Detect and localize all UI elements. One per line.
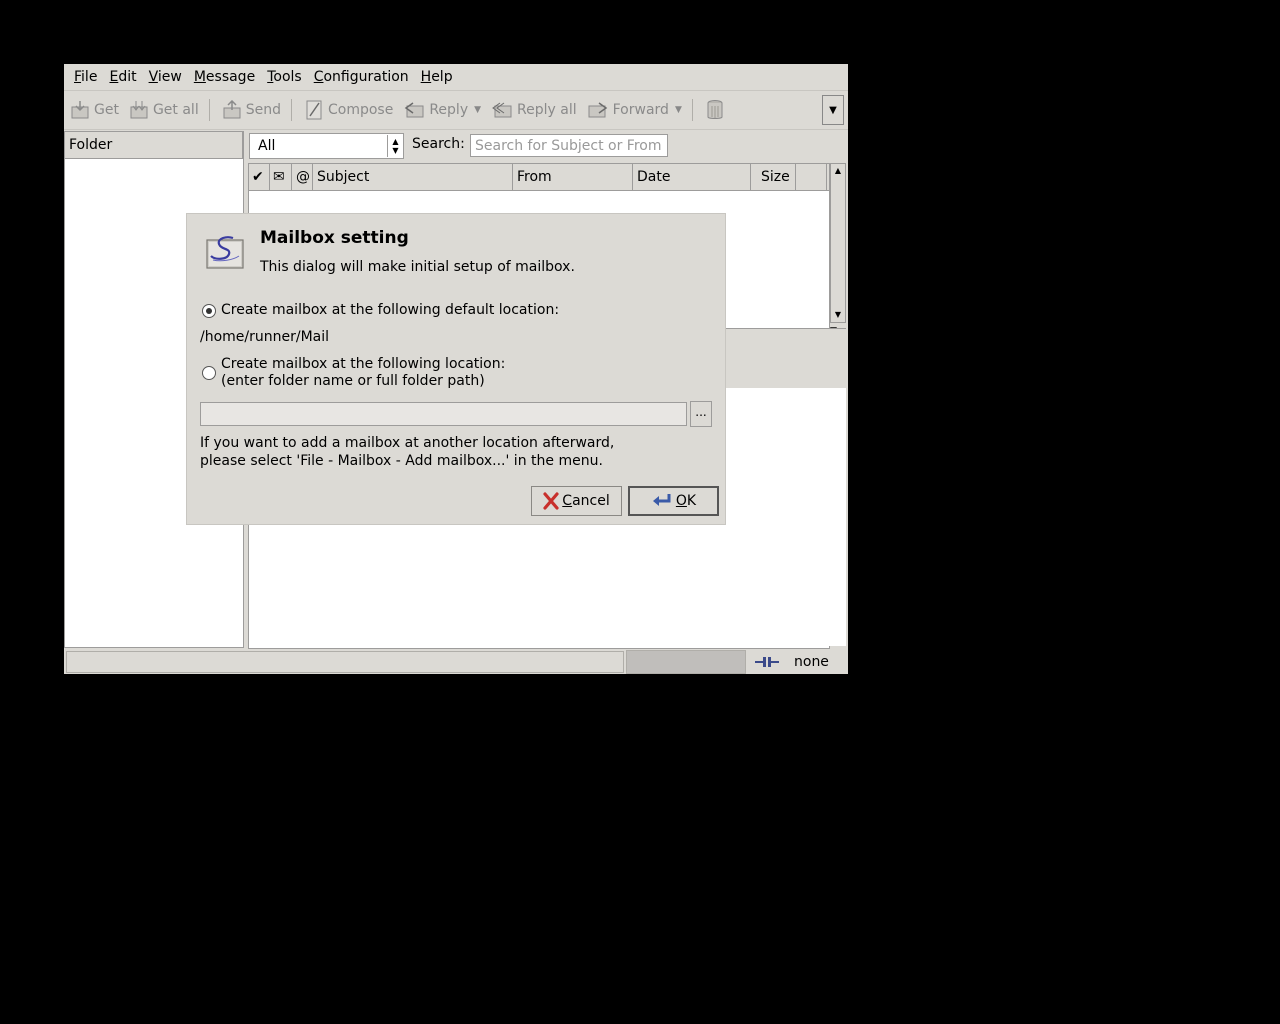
trash-icon [707,100,723,119]
custom-location-radio[interactable] [202,366,216,380]
message-list-header: ✔ ✉ @ Subject From Date Size [249,164,829,191]
get-button[interactable]: Get [66,95,123,125]
toolbar-separator [208,99,210,121]
chevron-down-icon: ▼ [829,104,837,116]
ok-enter-icon [652,494,671,506]
send-mail-icon [223,100,241,119]
forward-dropdown-arrow[interactable]: ▼ [675,105,682,115]
menu-configuration[interactable]: Configuration [308,65,415,89]
compose-icon [306,100,322,120]
message-header-strip [724,328,846,389]
message-preview [724,388,846,646]
forward-button[interactable]: Forward ▼ [583,95,686,125]
cancel-x-icon [543,492,559,510]
menu-tools[interactable]: Tools [261,65,308,89]
folder-column-header[interactable]: Folder [65,132,243,159]
search-input[interactable]: Search for Subject or From [470,134,668,157]
get-mail-icon [71,101,89,119]
sylpheed-logo-icon [206,236,244,269]
reply-dropdown-arrow[interactable]: ▼ [474,105,481,115]
send-button[interactable]: Send [218,95,285,125]
menu-file[interactable]: File [64,65,103,89]
scroll-up-arrow-icon[interactable]: ▲ [831,164,845,178]
custom-location-label[interactable]: Create mailbox at the following location… [221,356,505,390]
toolbar: Get Get all Send Compose Reply ▼ Reply a… [64,91,848,130]
reply-icon [405,102,424,118]
plug-icon [755,657,779,667]
menu-message[interactable]: Message [188,65,261,89]
dialog-description: This dialog will make initial setup of m… [260,259,575,275]
toolbar-separator [290,99,292,121]
online-status[interactable]: none [754,654,829,670]
extra-column-header [796,164,827,190]
scroll-down-arrow-icon[interactable]: ▼ [831,308,845,322]
checkmark-icon: ✔ [252,169,264,185]
default-location-label[interactable]: Create mailbox at the following default … [221,302,559,318]
subject-column-header[interactable]: Subject [313,164,513,190]
get-all-mail-icon [130,101,148,119]
from-column-header[interactable]: From [513,164,633,190]
mailbox-setting-dialog: Mailbox setting This dialog will make in… [186,213,726,525]
trash-button[interactable] [701,95,733,125]
browse-button[interactable]: ... [690,401,712,427]
date-column-header[interactable]: Date [633,164,751,190]
status-message [66,651,624,673]
cancel-button[interactable]: Cancel [531,486,622,516]
statusbar: none [64,650,848,674]
toolbar-separator [691,99,693,121]
reply-all-icon [492,102,512,118]
ok-button[interactable]: OK [628,486,719,516]
menu-view[interactable]: View [143,65,188,89]
toolbar-overflow-button[interactable]: ▼ [822,95,844,125]
default-location-radio[interactable] [202,304,216,318]
dialog-note: If you want to add a mailbox at another … [200,435,615,469]
attachment-column-header[interactable]: @ [292,164,313,190]
dialog-title: Mailbox setting [260,228,409,248]
filter-select[interactable]: All ▲ ▼ [249,133,404,159]
compose-button[interactable]: Compose [300,95,397,125]
paperclip-icon: @ [296,169,310,185]
reply-button[interactable]: Reply ▼ [399,95,485,125]
search-label: Search: [412,136,465,152]
mark-column-header[interactable]: ✔ [249,164,270,190]
menu-edit[interactable]: Edit [103,65,142,89]
message-list-scrollbar[interactable]: ▲ ▼ [830,163,846,323]
forward-icon [588,102,607,118]
size-column-header[interactable]: Size [751,164,796,190]
envelope-icon: ✉ [273,169,285,185]
menu-help[interactable]: Help [415,65,459,89]
unread-column-header[interactable]: ✉ [270,164,292,190]
default-path-text: /home/runner/Mail [200,329,330,345]
reply-all-button[interactable]: Reply all [487,95,581,125]
progress-bar [626,650,746,674]
location-input[interactable] [200,402,687,426]
get-all-button[interactable]: Get all [125,95,203,125]
menubar: File Edit View Message Tools Configurati… [64,64,848,91]
updown-arrows-icon: ▲ ▼ [387,135,403,157]
